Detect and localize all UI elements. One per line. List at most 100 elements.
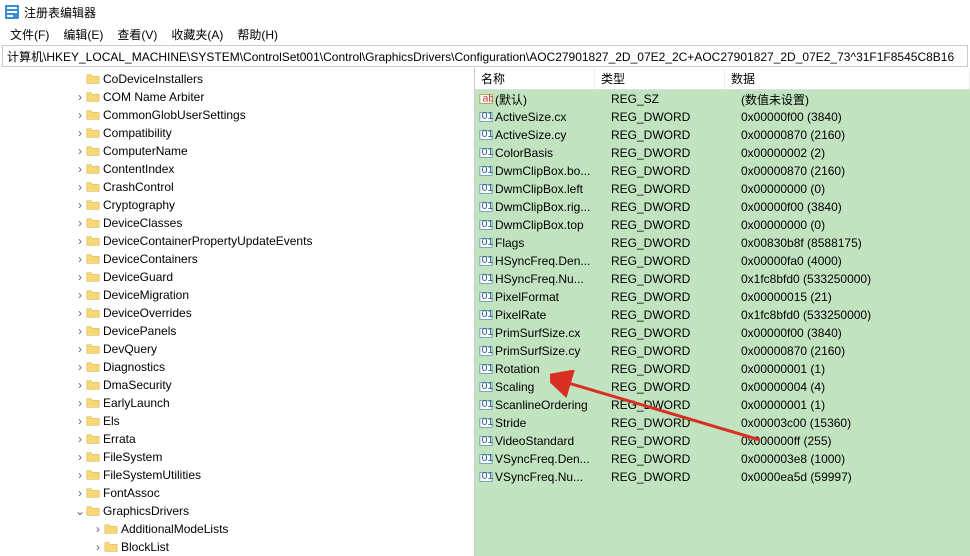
value-row[interactable]: 011DwmClipBox.leftREG_DWORD0x00000000 (0… <box>475 180 970 198</box>
dword-value-icon: 011 <box>479 272 493 286</box>
expander-closed-icon[interactable]: › <box>74 450 86 464</box>
expander-closed-icon[interactable]: › <box>74 198 86 212</box>
svg-text:011: 011 <box>482 380 493 392</box>
tree-node[interactable]: ›ContentIndex <box>2 160 474 178</box>
menu-favorites[interactable]: 收藏夹(A) <box>165 24 229 45</box>
expander-closed-icon[interactable]: › <box>92 540 104 554</box>
expander-closed-icon[interactable]: › <box>74 324 86 338</box>
tree-node[interactable]: ›FileSystem <box>2 448 474 466</box>
tree-pane[interactable]: CoDeviceInstallers›COM Name Arbiter›Comm… <box>0 68 475 556</box>
tree-node[interactable]: ›Cryptography <box>2 196 474 214</box>
value-row[interactable]: 011ScanlineOrderingREG_DWORD0x00000001 (… <box>475 396 970 414</box>
svg-text:011: 011 <box>482 128 493 140</box>
value-row[interactable]: 011VSyncFreq.Nu...REG_DWORD0x0000ea5d (5… <box>475 468 970 486</box>
tree-node[interactable]: ›CrashControl <box>2 178 474 196</box>
expander-closed-icon[interactable]: › <box>74 288 86 302</box>
expander-closed-icon[interactable]: › <box>74 414 86 428</box>
value-row[interactable]: 011PixelFormatREG_DWORD0x00000015 (21) <box>475 288 970 306</box>
value-row[interactable]: ab(默认)REG_SZ(数值未设置) <box>475 90 970 108</box>
expander-closed-icon[interactable]: › <box>74 234 86 248</box>
expander-closed-icon[interactable]: › <box>92 522 104 536</box>
expander-closed-icon[interactable]: › <box>74 486 86 500</box>
svg-text:011: 011 <box>482 182 493 194</box>
folder-icon <box>86 72 100 86</box>
value-row[interactable]: 011PrimSurfSize.cxREG_DWORD0x00000f00 (3… <box>475 324 970 342</box>
value-type: REG_DWORD <box>611 200 741 214</box>
tree-node[interactable]: ›DevQuery <box>2 340 474 358</box>
tree-node[interactable]: ›DeviceContainerPropertyUpdateEvents <box>2 232 474 250</box>
col-header-type[interactable]: 类型 <box>595 68 725 89</box>
folder-icon <box>86 306 100 320</box>
expander-closed-icon[interactable]: › <box>74 396 86 410</box>
tree-node[interactable]: ›COM Name Arbiter <box>2 88 474 106</box>
expander-closed-icon[interactable]: › <box>74 378 86 392</box>
tree-node[interactable]: ›Diagnostics <box>2 358 474 376</box>
expander-closed-icon[interactable]: › <box>74 108 86 122</box>
dword-value-icon: 011 <box>479 398 493 412</box>
expander-closed-icon[interactable]: › <box>74 306 86 320</box>
value-row[interactable]: 011RotationREG_DWORD0x00000001 (1) <box>475 360 970 378</box>
expander-closed-icon[interactable]: › <box>74 432 86 446</box>
list-body[interactable]: ab(默认)REG_SZ(数值未设置)011ActiveSize.cxREG_D… <box>475 90 970 556</box>
tree-node[interactable]: ›Els <box>2 412 474 430</box>
tree-node[interactable]: ›EarlyLaunch <box>2 394 474 412</box>
value-row[interactable]: 011ActiveSize.cyREG_DWORD0x00000870 (216… <box>475 126 970 144</box>
col-header-name[interactable]: 名称 <box>475 68 595 89</box>
value-row[interactable]: 011HSyncFreq.Nu...REG_DWORD0x1fc8bfd0 (5… <box>475 270 970 288</box>
tree-node[interactable]: ⌄GraphicsDrivers <box>2 502 474 520</box>
menu-view[interactable]: 查看(V) <box>111 24 163 45</box>
value-name: ActiveSize.cy <box>495 128 611 142</box>
tree-node[interactable]: ›ComputerName <box>2 142 474 160</box>
value-type: REG_DWORD <box>611 380 741 394</box>
tree-node[interactable]: CoDeviceInstallers <box>2 70 474 88</box>
expander-closed-icon[interactable]: › <box>74 180 86 194</box>
value-row[interactable]: 011DwmClipBox.rig...REG_DWORD0x00000f00 … <box>475 198 970 216</box>
value-row[interactable]: 011VideoStandardREG_DWORD0x000000ff (255… <box>475 432 970 450</box>
address-bar[interactable]: 计算机\HKEY_LOCAL_MACHINE\SYSTEM\ControlSet… <box>2 45 968 67</box>
expander-closed-icon[interactable]: › <box>74 162 86 176</box>
tree-node[interactable]: ›DmaSecurity <box>2 376 474 394</box>
expander-open-icon[interactable]: ⌄ <box>74 504 86 518</box>
col-header-data[interactable]: 数据 <box>725 68 970 89</box>
expander-closed-icon[interactable]: › <box>74 342 86 356</box>
tree-node[interactable]: ›DeviceGuard <box>2 268 474 286</box>
tree-node[interactable]: ›DevicePanels <box>2 322 474 340</box>
expander-closed-icon[interactable]: › <box>74 252 86 266</box>
tree-node[interactable]: ›Compatibility <box>2 124 474 142</box>
value-row[interactable]: 011ActiveSize.cxREG_DWORD0x00000f00 (384… <box>475 108 970 126</box>
folder-icon <box>86 180 100 194</box>
value-row[interactable]: 011DwmClipBox.topREG_DWORD0x00000000 (0) <box>475 216 970 234</box>
expander-closed-icon[interactable]: › <box>74 360 86 374</box>
value-row[interactable]: 011FlagsREG_DWORD0x00830b8f (8588175) <box>475 234 970 252</box>
tree-node[interactable]: ›Errata <box>2 430 474 448</box>
menu-help[interactable]: 帮助(H) <box>231 24 284 45</box>
value-name: ColorBasis <box>495 146 611 160</box>
expander-closed-icon[interactable]: › <box>74 126 86 140</box>
value-row[interactable]: 011PrimSurfSize.cyREG_DWORD0x00000870 (2… <box>475 342 970 360</box>
menu-edit[interactable]: 编辑(E) <box>57 24 109 45</box>
expander-closed-icon[interactable]: › <box>74 468 86 482</box>
value-row[interactable]: 011PixelRateREG_DWORD0x1fc8bfd0 (5332500… <box>475 306 970 324</box>
tree-node[interactable]: ›FileSystemUtilities <box>2 466 474 484</box>
value-row[interactable]: 011HSyncFreq.Den...REG_DWORD0x00000fa0 (… <box>475 252 970 270</box>
value-row[interactable]: 011StrideREG_DWORD0x00003c00 (15360) <box>475 414 970 432</box>
expander-closed-icon[interactable]: › <box>74 270 86 284</box>
tree-node[interactable]: › AdditionalModeLists <box>2 520 474 538</box>
tree-node[interactable]: ›BlockList <box>2 538 474 556</box>
tree-node[interactable]: ›FontAssoc <box>2 484 474 502</box>
tree-node[interactable]: ›DeviceMigration <box>2 286 474 304</box>
tree-node[interactable]: ›DeviceOverrides <box>2 304 474 322</box>
tree-node-label: AdditionalModeLists <box>121 522 228 536</box>
regedit-icon <box>4 4 20 20</box>
expander-closed-icon[interactable]: › <box>74 216 86 230</box>
value-row[interactable]: 011ScalingREG_DWORD0x00000004 (4) <box>475 378 970 396</box>
value-row[interactable]: 011VSyncFreq.Den...REG_DWORD0x000003e8 (… <box>475 450 970 468</box>
expander-closed-icon[interactable]: › <box>74 144 86 158</box>
value-row[interactable]: 011ColorBasisREG_DWORD0x00000002 (2) <box>475 144 970 162</box>
value-row[interactable]: 011DwmClipBox.bo...REG_DWORD0x00000870 (… <box>475 162 970 180</box>
tree-node[interactable]: ›DeviceClasses <box>2 214 474 232</box>
tree-node[interactable]: ›DeviceContainers <box>2 250 474 268</box>
menu-file[interactable]: 文件(F) <box>4 24 55 45</box>
tree-node[interactable]: ›CommonGlobUserSettings <box>2 106 474 124</box>
expander-closed-icon[interactable]: › <box>74 90 86 104</box>
